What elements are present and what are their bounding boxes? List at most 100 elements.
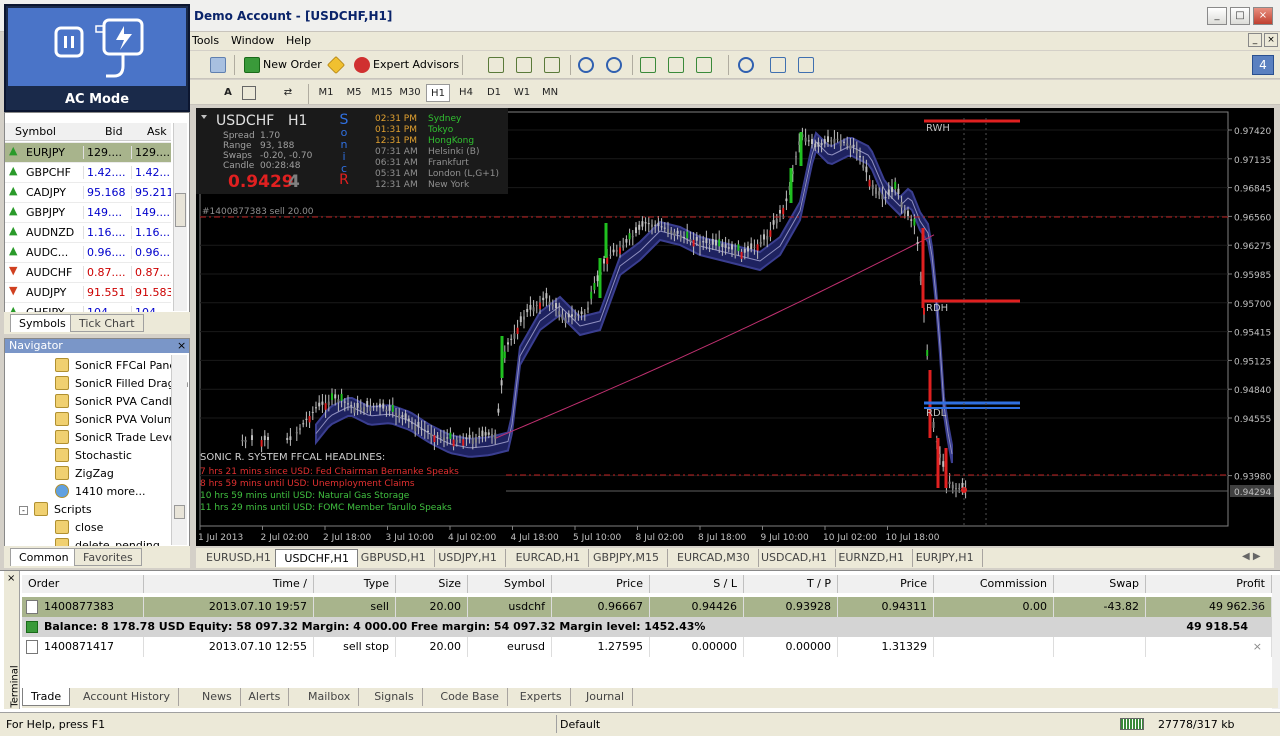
mdi-close-button[interactable]: × xyxy=(1264,33,1278,47)
market-watch-row[interactable]: ▲ GBPJPY 149.... 149.... xyxy=(5,202,171,222)
new-order-button[interactable]: New Order xyxy=(242,56,324,74)
timeframe-m30[interactable]: M30 xyxy=(398,84,422,102)
chart-tab[interactable]: EURNZD,H1 xyxy=(830,549,914,567)
timeframe-w1[interactable]: W1 xyxy=(510,84,534,102)
close-order-icon[interactable]: × xyxy=(1253,597,1262,617)
column-ask[interactable]: Ask xyxy=(147,123,167,141)
close-button[interactable]: × xyxy=(1253,7,1273,25)
terminal-column-header[interactable]: Price xyxy=(838,575,934,593)
navigator-scripts-folder[interactable]: - Scripts xyxy=(19,501,92,519)
terminal-tab[interactable]: Trade xyxy=(22,688,71,706)
tab-tick-chart[interactable]: Tick Chart xyxy=(70,314,144,332)
market-watch-row[interactable]: ▲ GBPCHF 1.42.... 1.42.... xyxy=(5,162,171,182)
terminal-column-header[interactable]: Commission xyxy=(934,575,1054,593)
timeframe-h4[interactable]: H4 xyxy=(454,84,478,102)
terminal-close-icon[interactable]: × xyxy=(7,573,15,584)
timeframe-d1[interactable]: D1 xyxy=(482,84,506,102)
navigator-indicator-item[interactable]: 1410 more... xyxy=(55,483,145,501)
warning-button[interactable] xyxy=(326,55,349,75)
menu-help[interactable]: Help xyxy=(286,34,311,47)
tab-common[interactable]: Common xyxy=(10,548,78,566)
column-bid[interactable]: Bid xyxy=(105,123,123,141)
collapse-icon[interactable]: - xyxy=(19,506,28,515)
terminal-column-header[interactable]: T / P xyxy=(744,575,838,593)
timeframe-m1[interactable]: M1 xyxy=(314,84,338,102)
navigator-scrollbar[interactable] xyxy=(171,355,187,545)
terminal-column-header[interactable]: Order xyxy=(22,575,144,593)
navigator-close-icon[interactable]: × xyxy=(177,339,186,352)
notifications-badge[interactable]: 4 xyxy=(1252,55,1274,75)
auto-scroll-button[interactable] xyxy=(638,56,661,74)
indicators-button[interactable] xyxy=(694,56,717,74)
maximize-button[interactable]: □ xyxy=(1230,7,1250,25)
chart-shift-button[interactable] xyxy=(666,56,689,74)
terminal-column-header[interactable]: Profit xyxy=(1146,575,1272,593)
tab-symbols[interactable]: Symbols xyxy=(10,314,75,332)
navigator-indicator-item[interactable]: SonicR PVA Candles xyxy=(55,393,184,411)
terminal-column-header[interactable]: Symbol xyxy=(468,575,552,593)
zoom-in-button[interactable] xyxy=(576,56,599,74)
terminal-tab[interactable]: Journal xyxy=(578,688,634,706)
terminal-tab[interactable]: Mailbox xyxy=(300,688,360,706)
market-watch-row[interactable]: ▼ AUDJPY 91.551 91.583 xyxy=(5,282,171,302)
line-chart-button[interactable] xyxy=(542,56,565,74)
market-watch-row[interactable]: ▲ EURJPY 129.... 129.... xyxy=(5,142,171,162)
chart-settings-button[interactable] xyxy=(796,56,819,74)
chart-tab[interactable]: GBPJPY,M15 xyxy=(585,549,669,567)
terminal-tab[interactable]: Signals xyxy=(366,688,423,706)
ac-mode-widget[interactable]: AC Mode xyxy=(4,4,190,112)
terminal-order-row[interactable]: 1400877383 2013.07.10 19:57 sell 20.00 usdch… xyxy=(22,597,1272,617)
terminal-tab[interactable]: Account History xyxy=(75,688,180,706)
navigator-indicator-item[interactable]: ZigZag xyxy=(55,465,114,483)
chart-tab[interactable]: USDCHF,H1 xyxy=(275,549,358,567)
chart-tab[interactable]: USDJPY,H1 xyxy=(430,549,506,567)
arrows-tool-button[interactable]: ⇄ xyxy=(276,84,300,102)
timeframe-mn[interactable]: MN xyxy=(538,84,562,102)
menu-tools[interactable]: Tools xyxy=(192,34,219,47)
chart-tab[interactable]: EURUSD,H1 xyxy=(198,549,280,567)
periods-button[interactable] xyxy=(736,56,759,74)
timeframe-h1[interactable]: H1 xyxy=(426,84,450,102)
chart-tab[interactable]: EURJPY,H1 xyxy=(908,549,983,567)
chart-tabs-scroll-icon[interactable]: ◀ ▶ xyxy=(1242,551,1261,562)
mdi-minimize-button[interactable]: _ xyxy=(1248,33,1262,47)
terminal-tab[interactable]: Code Base xyxy=(432,688,508,706)
timeframe-m5[interactable]: M5 xyxy=(342,84,366,102)
status-profile[interactable]: Default xyxy=(560,718,600,731)
market-watch-row[interactable]: ▲ AUDC... 0.96.... 0.96.... xyxy=(5,242,171,262)
zoom-out-button[interactable] xyxy=(604,56,627,74)
market-watch-row[interactable]: ▲ CADJPY 95.168 95.211 xyxy=(5,182,171,202)
navigator-script-item[interactable]: close xyxy=(55,519,103,537)
navigator-indicator-item[interactable]: Stochastic xyxy=(55,447,132,465)
terminal-tab[interactable]: Experts xyxy=(512,688,571,706)
navigator-indicator-item[interactable]: SonicR PVA Volumes xyxy=(55,411,187,429)
terminal-tab[interactable]: Alerts xyxy=(240,688,290,706)
chart-tab[interactable]: EURCAD,H1 xyxy=(508,549,590,567)
close-order-icon[interactable]: × xyxy=(1253,637,1262,657)
timeframe-m15[interactable]: M15 xyxy=(370,84,394,102)
expert-advisors-button[interactable]: Expert Advisors xyxy=(352,56,461,74)
candlestick-button[interactable] xyxy=(514,56,537,74)
terminal-column-header[interactable]: Type xyxy=(314,575,396,593)
navigator-indicator-item[interactable]: SonicR Filled Dragon xyxy=(55,375,188,393)
print-preview-button[interactable] xyxy=(208,56,231,74)
terminal-column-header[interactable]: Time / xyxy=(144,575,314,593)
text-tool-button[interactable]: A xyxy=(216,84,240,102)
column-symbol[interactable]: Symbol xyxy=(15,123,56,141)
bar-chart-button[interactable] xyxy=(486,56,509,74)
chart-tab[interactable]: USDCAD,H1 xyxy=(753,549,836,567)
terminal-column-header[interactable]: Swap xyxy=(1054,575,1146,593)
price-chart[interactable]: 0.97420 0.97135 0.96845 0.96560 0.96275 0.959… xyxy=(196,108,1274,546)
templates-button[interactable] xyxy=(768,56,791,74)
terminal-column-header[interactable]: S / L xyxy=(650,575,744,593)
text-label-tool-button[interactable] xyxy=(242,86,256,100)
terminal-order-row[interactable]: 1400871417 2013.07.10 12:55 sell stop 20.00… xyxy=(22,637,1272,657)
chart-tab[interactable]: EURCAD,M30 xyxy=(669,549,759,567)
menu-window[interactable]: Window xyxy=(231,34,274,47)
terminal-tab[interactable]: News xyxy=(194,688,241,706)
chart-tab[interactable]: GBPUSD,H1 xyxy=(353,549,435,567)
market-watch-row[interactable]: ▼ AUDCHF 0.87.... 0.87.... xyxy=(5,262,171,282)
terminal-column-header[interactable]: Size xyxy=(396,575,468,593)
terminal-column-header[interactable]: Price xyxy=(552,575,650,593)
tab-favorites[interactable]: Favorites xyxy=(74,548,142,566)
